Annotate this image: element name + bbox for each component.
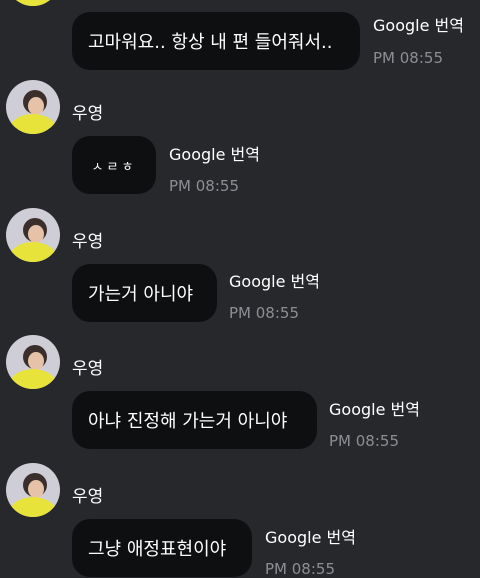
google-translate-link[interactable]: Google 번역 (329, 396, 420, 420)
message-text: 아냐 진정해 가는거 아니야 (88, 411, 288, 432)
google-translate-link[interactable]: Google 번역 (229, 268, 320, 292)
avatar[interactable] (6, 335, 60, 389)
avatar-partial[interactable] (6, 0, 60, 6)
message-bubble[interactable]: 가는거 아니야 (72, 264, 217, 322)
google-translate-link[interactable]: Google 번역 (373, 12, 464, 36)
avatar[interactable] (6, 463, 60, 517)
message-text: 가는거 아니야 (88, 284, 194, 305)
message-bubble[interactable]: 그냥 애정표현이야 (72, 519, 252, 577)
message-bubble[interactable]: ㅅㄹㅎ (72, 136, 156, 194)
message-timestamp: PM 08:55 (373, 49, 443, 67)
message-text: ㅅㄹㅎ (91, 159, 137, 175)
sender-name: 우영 (72, 232, 104, 252)
message-timestamp: PM 08:55 (265, 560, 335, 578)
avatar[interactable] (6, 80, 60, 134)
sender-name: 우영 (72, 104, 104, 124)
sender-name: 우영 (72, 359, 104, 379)
message-timestamp: PM 08:55 (169, 177, 239, 195)
message-text: 고마워요.. 항상 내 편 들어줘서.. (88, 32, 333, 53)
message-bubble[interactable]: 아냐 진정해 가는거 아니야 (72, 391, 317, 449)
message-bubble[interactable]: 고마워요.. 항상 내 편 들어줘서.. (72, 12, 360, 70)
sender-name: 우영 (72, 487, 104, 507)
message-timestamp: PM 08:55 (329, 432, 399, 450)
google-translate-link[interactable]: Google 번역 (169, 141, 260, 165)
avatar[interactable] (6, 208, 60, 262)
message-timestamp: PM 08:55 (229, 304, 299, 322)
message-text: 그냥 애정표현이야 (88, 539, 227, 560)
google-translate-link[interactable]: Google 번역 (265, 524, 356, 548)
